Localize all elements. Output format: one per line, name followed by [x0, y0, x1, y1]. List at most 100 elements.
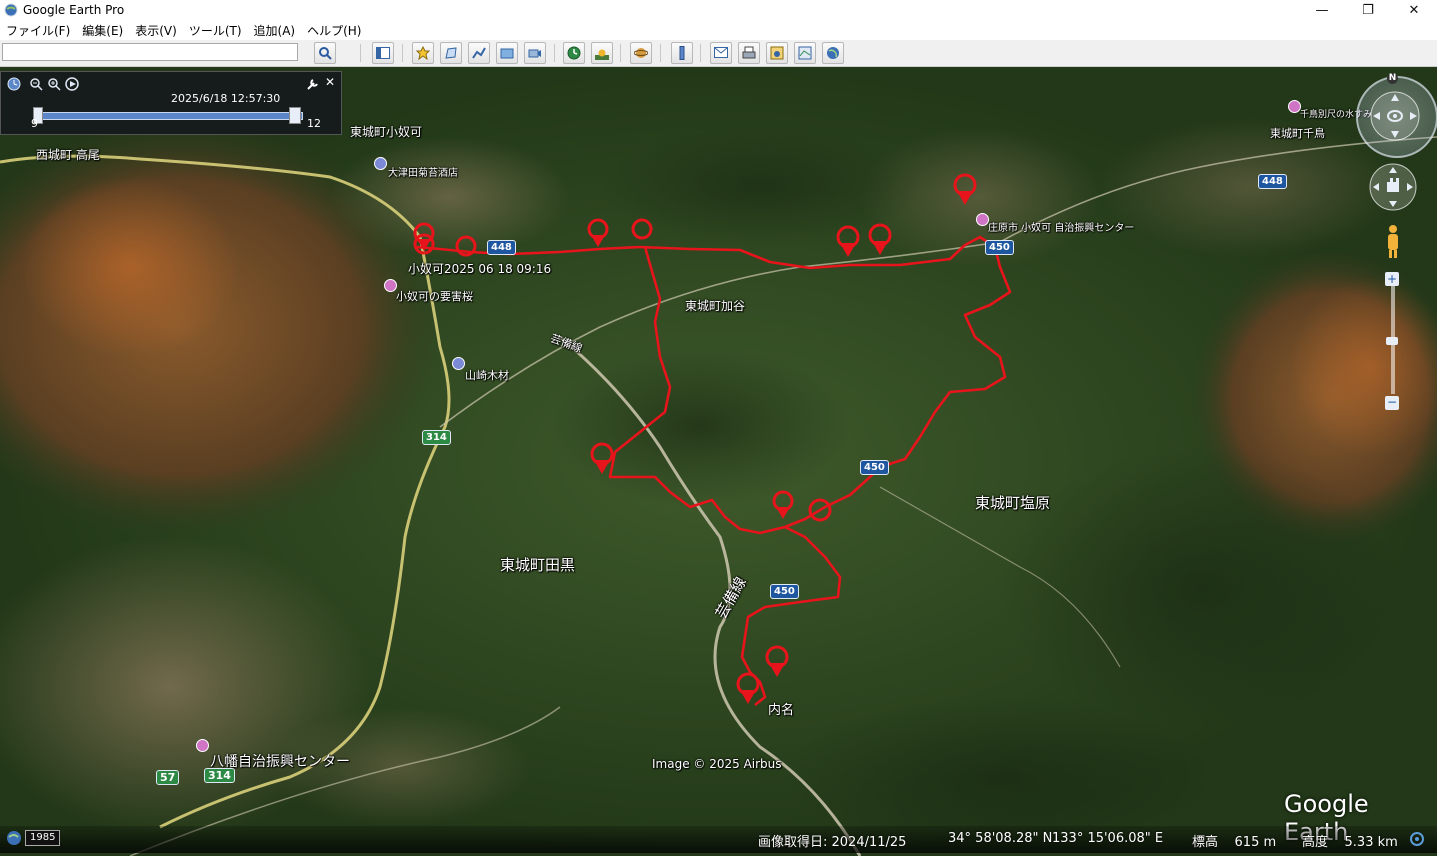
search-input[interactable] [2, 43, 298, 61]
clock-icon [567, 46, 581, 60]
sun-icon [595, 49, 609, 60]
label-taguro: 東城町田黒 [500, 556, 576, 574]
route-shield-450: 450 [860, 460, 889, 475]
search-button[interactable] [314, 42, 336, 64]
sidebar-toggle-button[interactable] [372, 42, 394, 64]
menu-view[interactable]: 表示(V) [129, 22, 183, 39]
longitude: 133° 15'06.08" E [1052, 831, 1164, 846]
poi-icon[interactable] [452, 357, 465, 370]
menu-file[interactable]: ファイル(F) [0, 22, 76, 39]
email-button[interactable] [710, 42, 732, 64]
eye-altitude: 高度 5.33 km [1302, 835, 1398, 850]
route-shield-57: 57 [156, 770, 180, 785]
image-credit: Image © 2025 Airbus [652, 757, 782, 771]
image-date: 画像取得日: 2024/11/25 [758, 835, 907, 850]
minimize-button[interactable]: — [1299, 0, 1345, 20]
add-image-overlay-button[interactable] [496, 42, 518, 64]
label-yamazaki: 山崎木材 [465, 369, 509, 382]
zoom-in-time-icon[interactable] [47, 77, 61, 91]
clock-icon[interactable] [7, 77, 21, 91]
menu-add[interactable]: 追加(A) [248, 22, 302, 39]
label-tojo-obara: 東城町小奴可 [350, 125, 423, 139]
label-sake-brewery: 大津田菊苔酒店 [388, 168, 458, 179]
sidebar-icon [376, 47, 390, 59]
ruler-icon [679, 46, 685, 60]
toolbar [0, 40, 1437, 67]
poi-icon[interactable] [196, 739, 209, 752]
window-title: Google Earth Pro [23, 3, 125, 17]
label-sakura: 小奴可の要害桜 [396, 290, 473, 303]
menu-bar: ファイル(F) 編集(E) 表示(V) ツール(T) 追加(A) ヘルプ(H) [0, 20, 1437, 40]
route-shield-314: 314 [422, 430, 451, 445]
route-shield-448: 448 [487, 240, 516, 255]
image-overlay-icon [500, 48, 514, 59]
globe-icon [827, 47, 839, 59]
zoom-slider[interactable]: + − [1385, 272, 1401, 410]
sunlight-button[interactable] [591, 42, 613, 64]
route-shield-314: 314 [204, 768, 235, 783]
title-bar: Google Earth Pro — ❐ ✕ [0, 0, 1437, 20]
path-icon [472, 47, 486, 59]
google-earth-icon [4, 3, 18, 17]
time-slider-start-label: 9 [31, 117, 38, 130]
label-naimyo: 内名 [768, 703, 795, 718]
poi-icon[interactable] [374, 157, 387, 170]
add-placemark-button[interactable] [412, 42, 434, 64]
close-button[interactable]: ✕ [1391, 0, 1437, 20]
time-slider-end-label: 12 [307, 117, 321, 130]
menu-tools[interactable]: ツール(T) [183, 22, 248, 39]
route-shield-450: 450 [985, 240, 1014, 255]
add-path-button[interactable] [468, 42, 490, 64]
zoom-handle[interactable] [1386, 337, 1398, 345]
route-shield-448: 448 [1258, 174, 1287, 189]
satellite-imagery [0, 67, 1437, 856]
elevation: 標高 615 m [1192, 835, 1277, 850]
label-jiji-center: 庄原市 小奴可 自治振興センター [988, 223, 1135, 234]
save-image-icon [770, 46, 784, 60]
play-icon[interactable] [65, 77, 79, 91]
close-time-icon[interactable]: ✕ [325, 75, 335, 89]
print-icon [742, 46, 756, 59]
globe-status-icon [7, 831, 21, 845]
search-icon [319, 47, 332, 60]
save-image-button[interactable] [766, 42, 788, 64]
wrench-icon[interactable] [306, 77, 320, 91]
imagery-year-badge: 1985 [25, 830, 61, 846]
label-chitori: 東城町千鳥 [1270, 127, 1325, 140]
streaming-status-icon [1410, 832, 1424, 846]
zoom-out-button[interactable]: − [1385, 396, 1399, 410]
historical-imagery-button[interactable] [563, 42, 585, 64]
record-tour-button[interactable] [524, 42, 546, 64]
street-view-pegman-icon[interactable] [1384, 224, 1402, 260]
label-track-start: 小奴可2025 06 18 09:16 [408, 262, 552, 276]
switch-planet-button[interactable] [630, 42, 652, 64]
menu-edit[interactable]: 編集(E) [76, 22, 129, 39]
view-in-maps-button[interactable] [794, 42, 816, 64]
time-slider-timestamp: 2025/6/18 12:57:30 [171, 92, 281, 105]
planet-icon [634, 48, 648, 58]
maximize-button[interactable]: ❐ [1345, 0, 1391, 20]
zoom-out-time-icon[interactable] [29, 77, 43, 91]
time-slider-panel: ✕ 2025/6/18 12:57:30 9 12 [0, 71, 342, 135]
earth-gallery-button[interactable] [822, 42, 844, 64]
look-arrows-icon [1370, 91, 1420, 141]
ruler-button[interactable] [671, 42, 693, 64]
placemark-icon [416, 46, 430, 60]
print-button[interactable] [738, 42, 760, 64]
latitude: 34° 58'08.28" N [948, 831, 1053, 846]
polygon-icon [445, 47, 457, 59]
email-icon [714, 47, 728, 58]
route-shield-450: 450 [770, 584, 799, 599]
zoom-in-button[interactable]: + [1385, 272, 1399, 286]
menu-help[interactable]: ヘルプ(H) [301, 22, 367, 39]
map-view-icon [798, 46, 812, 60]
move-joystick-icon[interactable] [1368, 162, 1418, 212]
time-slider-track[interactable] [39, 112, 303, 120]
add-polygon-button[interactable] [440, 42, 462, 64]
label-kaya: 東城町加谷 [685, 299, 746, 313]
label-nishikicho-takao: 西城町 高尾 [36, 148, 100, 162]
north-icon[interactable]: N [1387, 73, 1398, 84]
record-tour-icon [528, 49, 541, 58]
map-viewport[interactable]: 西城町 高尾 東城町小奴可 大津田菊苔酒店 小奴可2025 06 18 09:1… [0, 67, 1437, 856]
time-slider-end-handle[interactable] [289, 107, 301, 124]
